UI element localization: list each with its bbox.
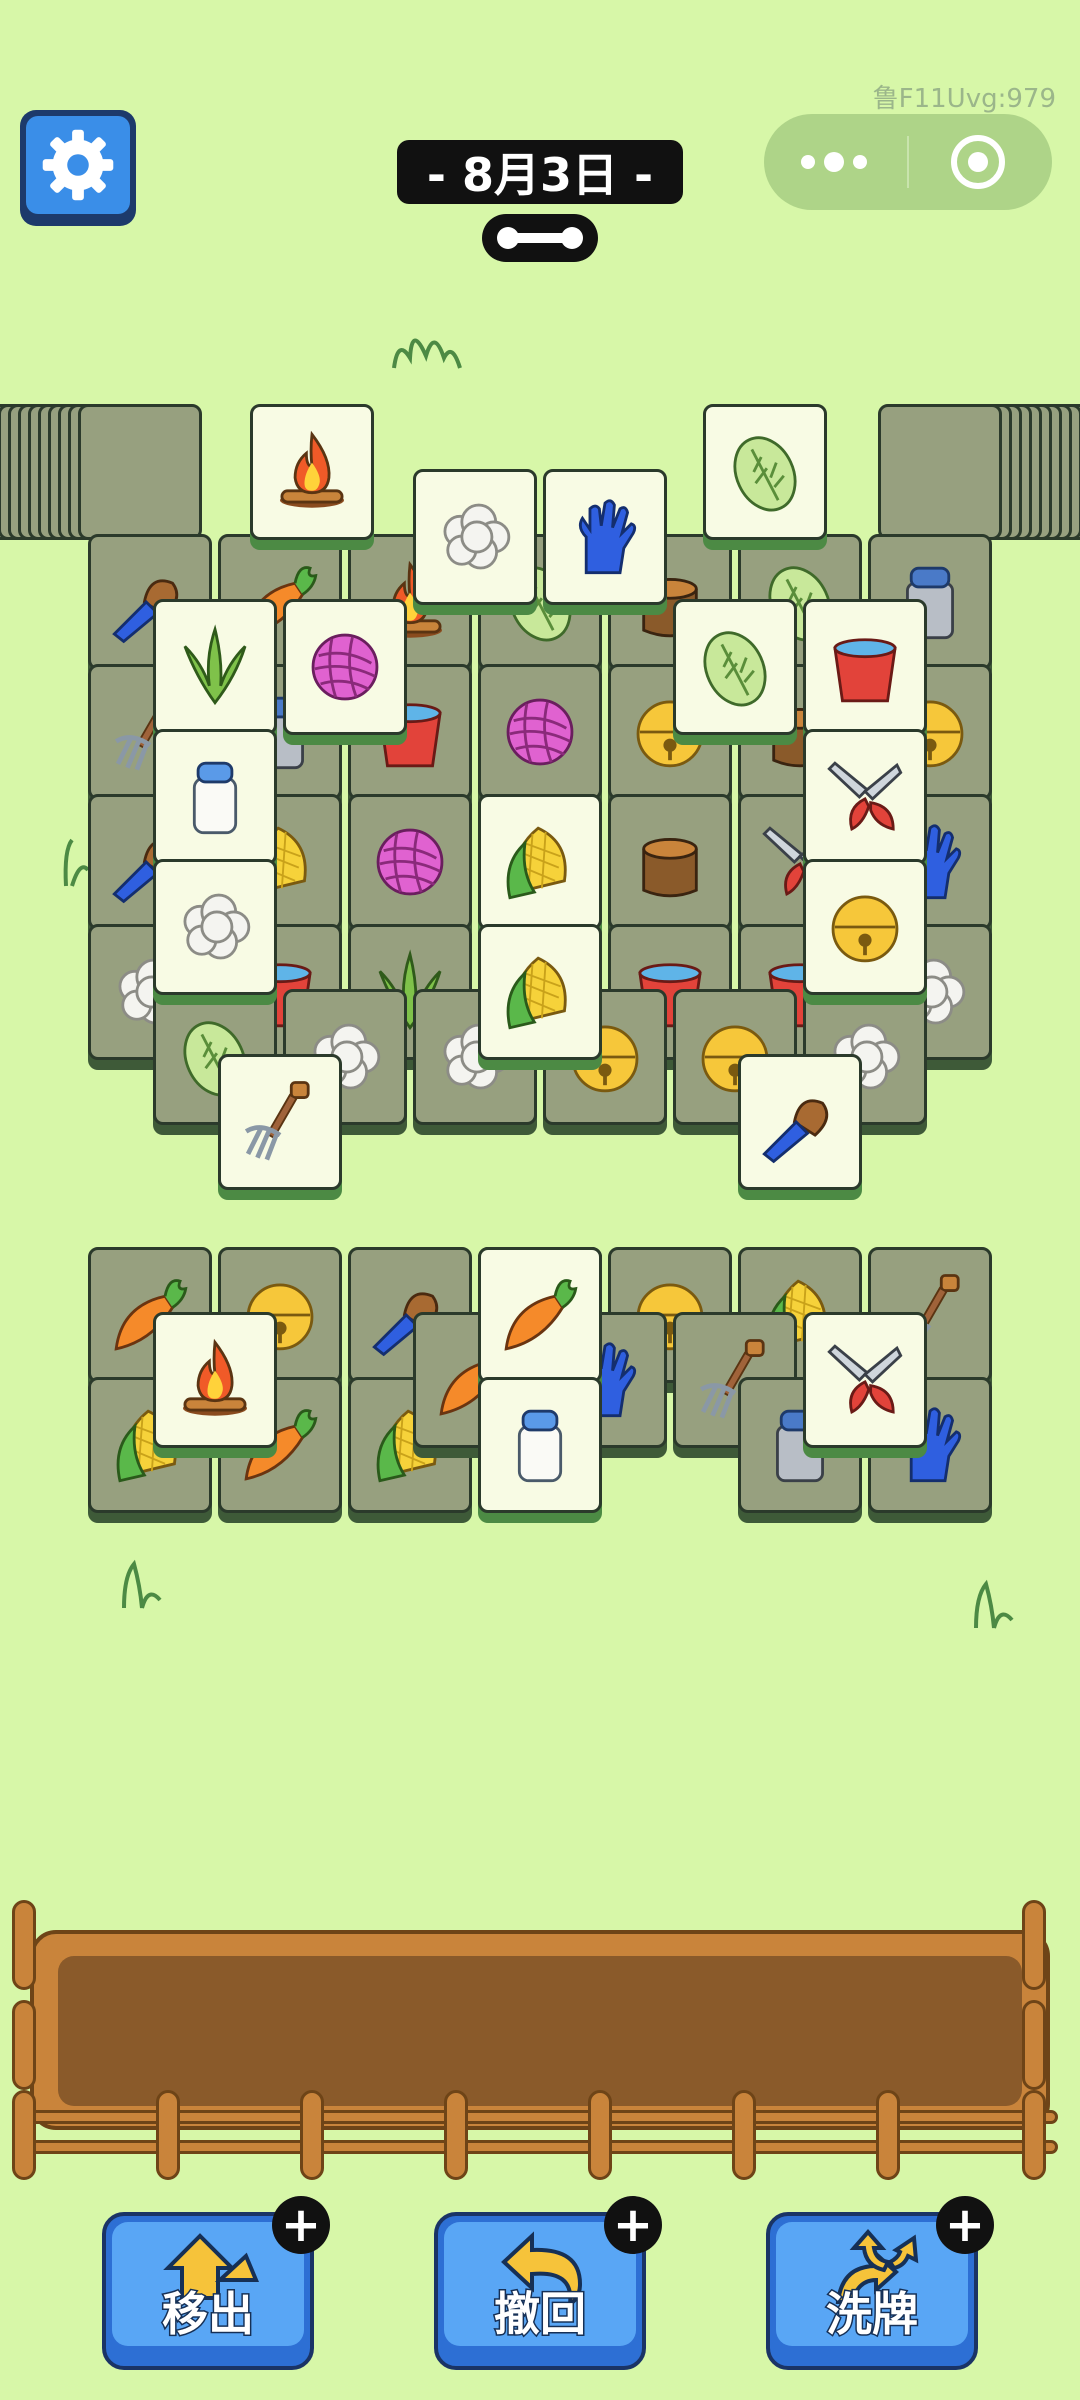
tile-corn[interactable]	[478, 924, 602, 1060]
plus-icon[interactable]: +	[272, 2196, 330, 2254]
tile-grass[interactable]	[153, 599, 277, 735]
bell-icon	[831, 895, 899, 963]
move-out-label: 移出	[161, 2286, 256, 2343]
milk-icon	[517, 1409, 563, 1483]
bucket-icon	[833, 638, 897, 703]
tile-campfire[interactable]	[153, 1312, 277, 1448]
fence-post	[300, 2090, 324, 2180]
tile-cabbage[interactable]	[703, 404, 827, 540]
tile-pitchfork[interactable]	[218, 1054, 342, 1190]
tile-cotton[interactable]	[413, 469, 537, 605]
tile-yarn	[348, 794, 472, 930]
stacked-tile-edge	[878, 404, 1002, 540]
cabbage-icon	[733, 436, 797, 512]
undo-button[interactable]: 撤回 +	[434, 2196, 662, 2370]
corn-icon	[506, 826, 567, 900]
brush-icon	[762, 1099, 829, 1164]
shuffle-button[interactable]: 洗牌 +	[766, 2196, 994, 2370]
stump-icon	[642, 838, 698, 898]
tile-cotton[interactable]	[153, 859, 277, 995]
tile-campfire[interactable]	[250, 404, 374, 540]
fence-post	[1022, 1900, 1046, 1990]
carrot-icon	[504, 1279, 578, 1351]
cabbage-icon	[703, 631, 767, 707]
glove-icon	[578, 499, 637, 575]
tile-yarn[interactable]	[283, 599, 407, 735]
tile-shears[interactable]	[803, 729, 927, 865]
tile-brush[interactable]	[738, 1054, 862, 1190]
yarn-icon	[376, 828, 444, 896]
grass-decoration	[122, 1559, 162, 1609]
tile-milk[interactable]	[153, 729, 277, 865]
tile-corn[interactable]	[478, 794, 602, 930]
tile-shears[interactable]	[803, 1312, 927, 1448]
yarn-icon	[311, 633, 379, 701]
fence-post	[588, 2090, 612, 2180]
tile-bell[interactable]	[803, 859, 927, 995]
move-out-button[interactable]: 移出 +	[102, 2196, 330, 2370]
tile-bucket[interactable]	[803, 599, 927, 735]
plus-icon[interactable]: +	[936, 2196, 994, 2254]
fence-post	[156, 2090, 180, 2180]
fence-post	[12, 2000, 36, 2090]
stacked-tile-edge	[78, 404, 202, 540]
undo-label: 撤回	[493, 2286, 588, 2343]
campfire-icon	[280, 430, 344, 508]
tile-glove[interactable]	[543, 469, 667, 605]
campfire-icon	[183, 1338, 247, 1416]
fence-post	[444, 2090, 468, 2180]
shuffle-label: 洗牌	[825, 2286, 920, 2343]
shears-icon	[827, 1344, 903, 1414]
cotton-icon	[443, 503, 511, 570]
fence-post	[1022, 2000, 1046, 2090]
cotton-icon	[183, 893, 251, 960]
milk-icon	[192, 761, 238, 835]
corn-icon	[506, 956, 567, 1030]
tile-stump	[608, 794, 732, 930]
fence-post	[12, 1900, 36, 1990]
tile-board	[0, 0, 1080, 1560]
yarn-icon	[506, 698, 574, 766]
tile-milk[interactable]	[478, 1377, 602, 1513]
fence-post	[1022, 2090, 1046, 2180]
plus-icon[interactable]: +	[604, 2196, 662, 2254]
shears-icon	[827, 761, 903, 831]
grass-icon	[183, 624, 247, 706]
tile-yarn	[478, 664, 602, 800]
fence-post	[732, 2090, 756, 2180]
pitchfork-icon	[244, 1081, 310, 1161]
grass-decoration	[974, 1579, 1014, 1629]
tile-carrot[interactable]	[478, 1247, 602, 1383]
fence-post	[876, 2090, 900, 2180]
tile-cabbage[interactable]	[673, 599, 797, 735]
tray-slot-area	[58, 1956, 1022, 2106]
fence-post	[12, 2090, 36, 2180]
